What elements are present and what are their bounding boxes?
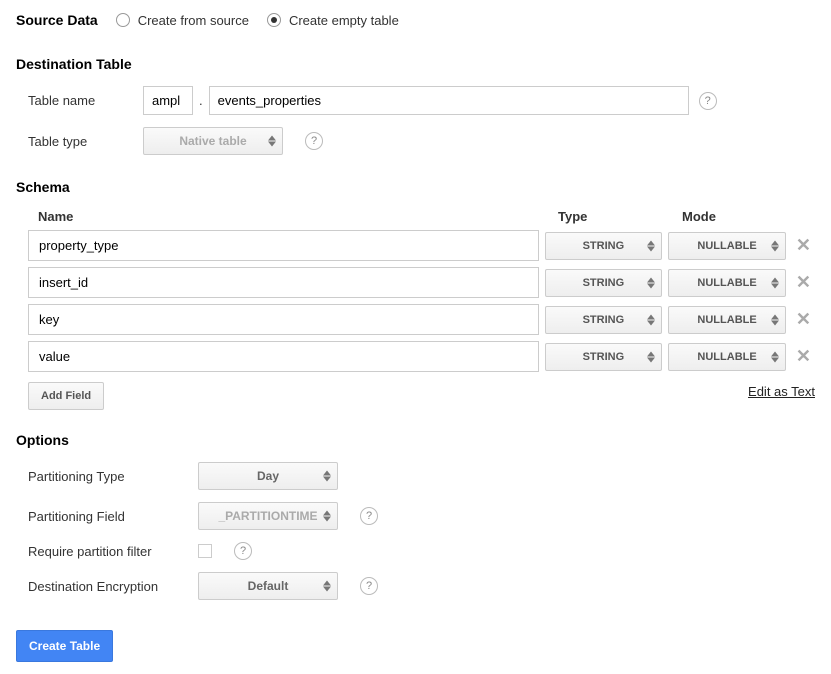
help-icon[interactable]: ? [360, 507, 378, 525]
help-icon[interactable]: ? [305, 132, 323, 150]
partitioning-type-label: Partitioning Type [28, 469, 198, 484]
radio-label: Create from source [138, 13, 249, 28]
schema-row: STRING NULLABLE ✕ [28, 304, 815, 335]
destination-title: Destination Table [16, 56, 815, 72]
schema-field-name-input[interactable] [28, 304, 539, 335]
radio-create-empty[interactable]: Create empty table [267, 13, 399, 28]
encryption-select[interactable]: Default [198, 572, 338, 600]
schema-mode-select[interactable]: NULLABLE [668, 232, 786, 260]
table-type-value: Native table [179, 134, 246, 148]
schema-type-value: STRING [583, 314, 625, 326]
schema-mode-select[interactable]: NULLABLE [668, 306, 786, 334]
spinner-icon [323, 581, 331, 592]
schema-field-name-input[interactable] [28, 230, 539, 261]
edit-as-text-link[interactable]: Edit as Text [748, 384, 815, 399]
schema-type-value: STRING [583, 277, 625, 289]
help-icon[interactable]: ? [234, 542, 252, 560]
add-field-button[interactable]: Add Field [28, 382, 104, 410]
spinner-icon [647, 314, 655, 325]
schema-title: Schema [16, 179, 815, 195]
schema-type-select[interactable]: STRING [545, 269, 663, 297]
encryption-value: Default [248, 579, 289, 593]
encryption-label: Destination Encryption [28, 579, 198, 594]
partitioning-field-select[interactable]: _PARTITIONTIME [198, 502, 338, 530]
remove-field-icon[interactable]: ✕ [792, 272, 815, 293]
schema-type-value: STRING [583, 240, 625, 252]
schema-field-name-input[interactable] [28, 341, 539, 372]
schema-row: STRING NULLABLE ✕ [28, 267, 815, 298]
help-icon[interactable]: ? [699, 92, 717, 110]
spinner-icon [268, 136, 276, 147]
remove-field-icon[interactable]: ✕ [792, 309, 815, 330]
spinner-icon [771, 240, 779, 251]
schema-type-value: STRING [583, 351, 625, 363]
partitioning-field-value: _PARTITIONTIME [218, 509, 317, 523]
schema-type-select[interactable]: STRING [545, 232, 663, 260]
radio-icon [116, 13, 130, 27]
schema-mode-value: NULLABLE [697, 351, 756, 363]
schema-type-select[interactable]: STRING [545, 343, 663, 371]
options-title: Options [16, 432, 815, 448]
schema-row: STRING NULLABLE ✕ [28, 341, 815, 372]
schema-mode-select[interactable]: NULLABLE [668, 343, 786, 371]
require-filter-checkbox[interactable] [198, 544, 212, 558]
help-icon[interactable]: ? [360, 577, 378, 595]
spinner-icon [323, 471, 331, 482]
require-filter-label: Require partition filter [28, 544, 198, 559]
schema-mode-value: NULLABLE [697, 240, 756, 252]
spinner-icon [647, 277, 655, 288]
radio-create-from-source[interactable]: Create from source [116, 13, 249, 28]
schema-row: STRING NULLABLE ✕ [28, 230, 815, 261]
dot-separator: . [193, 93, 209, 108]
table-name-label: Table name [28, 93, 143, 108]
partitioning-field-label: Partitioning Field [28, 509, 198, 524]
radio-icon-selected [267, 13, 281, 27]
radio-label: Create empty table [289, 13, 399, 28]
spinner-icon [647, 351, 655, 362]
partitioning-type-select[interactable]: Day [198, 462, 338, 490]
schema-mode-value: NULLABLE [697, 277, 756, 289]
schema-header-mode: Mode [682, 209, 806, 224]
table-type-label: Table type [28, 134, 143, 149]
create-table-button[interactable]: Create Table [16, 630, 113, 662]
remove-field-icon[interactable]: ✕ [792, 235, 815, 256]
schema-mode-value: NULLABLE [697, 314, 756, 326]
schema-header-name: Name [28, 209, 558, 224]
table-type-select[interactable]: Native table [143, 127, 283, 155]
schema-type-select[interactable]: STRING [545, 306, 663, 334]
schema-field-name-input[interactable] [28, 267, 539, 298]
table-name-prefix-input[interactable] [143, 86, 193, 115]
spinner-icon [771, 351, 779, 362]
schema-header-type: Type [558, 209, 682, 224]
spinner-icon [771, 314, 779, 325]
table-name-input[interactable] [209, 86, 689, 115]
source-data-title: Source Data [16, 12, 98, 28]
remove-field-icon[interactable]: ✕ [792, 346, 815, 367]
schema-mode-select[interactable]: NULLABLE [668, 269, 786, 297]
partitioning-type-value: Day [257, 469, 279, 483]
spinner-icon [323, 511, 331, 522]
spinner-icon [647, 240, 655, 251]
spinner-icon [771, 277, 779, 288]
